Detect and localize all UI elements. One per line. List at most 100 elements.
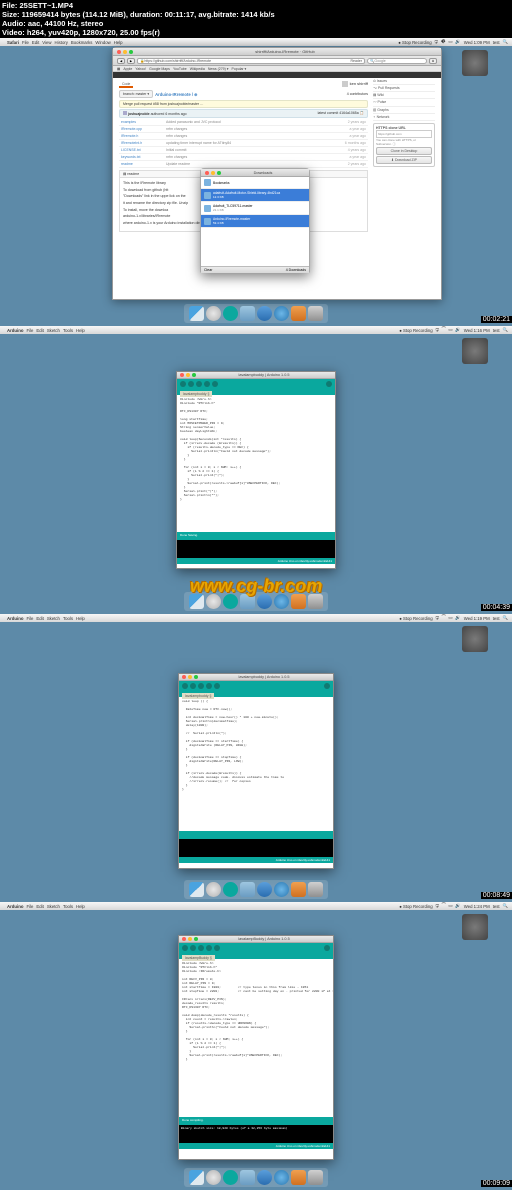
app-name[interactable]: Arduino (7, 616, 23, 621)
menu-file[interactable]: File (26, 904, 33, 909)
folder-icon[interactable] (240, 306, 255, 321)
menubar-user[interactable]: test (493, 328, 500, 333)
bm-wiki[interactable]: Wikipedia (190, 67, 205, 71)
serial-monitor-button[interactable] (324, 945, 330, 951)
app-name[interactable]: Safari (7, 40, 19, 45)
wifi-icon[interactable]: ⁀ (442, 615, 445, 621)
close-icon[interactable] (117, 50, 121, 54)
code-editor[interactable]: #include <Wire.h> #include "RTClib.h" #i… (179, 959, 333, 1117)
safari-icon[interactable] (206, 306, 221, 321)
menubar-user[interactable]: test (493, 616, 500, 621)
trash-icon[interactable] (308, 882, 323, 897)
menu-sketch[interactable]: Sketch (47, 328, 60, 333)
menu-tools[interactable]: Tools (63, 616, 73, 621)
close-icon[interactable] (205, 171, 209, 175)
minimize-icon[interactable] (188, 937, 192, 941)
menu-sketch[interactable]: Sketch (47, 904, 60, 909)
serial-monitor-button[interactable] (326, 381, 332, 387)
itunes-icon[interactable] (274, 882, 289, 897)
minimize-icon[interactable] (211, 171, 215, 175)
desktop-drive-icon[interactable] (462, 338, 488, 364)
stop-recording-button[interactable]: ● Stop Recording (399, 328, 432, 333)
bm-news[interactable]: News (279) ▾ (208, 67, 229, 71)
sidebar-item-network[interactable]: ♆ Network (373, 114, 435, 121)
folder-icon[interactable] (240, 882, 255, 897)
stop-recording-button[interactable]: ● Stop Recording (399, 616, 432, 621)
table-row[interactable]: IRremoteInt.hupdating timer interrupt na… (119, 140, 368, 147)
downloads-button[interactable]: ⬇ (429, 58, 437, 64)
menu-help[interactable]: Help (76, 328, 85, 333)
menu-help[interactable]: Help (114, 40, 123, 45)
open-button[interactable] (206, 945, 212, 951)
shield-icon[interactable]: ⛨ (436, 616, 439, 621)
vlc-icon[interactable] (291, 306, 306, 321)
upload-button[interactable] (190, 945, 196, 951)
bm-gmaps[interactable]: Google Maps (149, 67, 170, 71)
app-name[interactable]: Arduino (7, 328, 23, 333)
branch-selector[interactable]: branch: master ▾ (119, 90, 153, 98)
mac-menubar[interactable]: Arduino File Edit Sketch Tools Help ● St… (0, 614, 512, 622)
back-button[interactable]: ◀ (117, 58, 125, 64)
close-icon[interactable] (182, 675, 186, 679)
dock[interactable] (184, 304, 328, 323)
spotlight-icon[interactable]: 🔍 (503, 615, 508, 621)
save-button[interactable] (214, 945, 220, 951)
bm-grid-icon[interactable]: ▦ (117, 67, 120, 71)
table-row[interactable]: IRremote.cppnrfm changesa year ago (119, 126, 368, 133)
download-zip-button[interactable]: ⬇ Download ZIP (376, 156, 432, 164)
stop-recording-button[interactable]: ● Stop Recording (398, 40, 431, 45)
battery-icon[interactable]: ▭ (448, 39, 452, 45)
spotlight-icon[interactable]: 🔍 (503, 39, 508, 45)
menu-file[interactable]: File (26, 328, 33, 333)
clear-downloads-button[interactable]: Clear (204, 268, 212, 272)
menu-edit[interactable]: Edit (36, 328, 43, 333)
menu-file[interactable]: File (26, 616, 33, 621)
sidebar-item-graphs[interactable]: ▥ Graphs (373, 107, 435, 114)
appstore-icon[interactable] (257, 306, 272, 321)
mac-menubar[interactable]: Safari File Edit View History Bookmarks … (0, 38, 512, 46)
menubar-clock[interactable]: Wed 1:19 PM (464, 616, 490, 621)
save-button[interactable] (214, 683, 220, 689)
commit-user[interactable]: joshuajnoble (128, 112, 150, 116)
table-row[interactable]: LICENSE.txtInitial commit4 years ago (119, 147, 368, 154)
volume-icon[interactable]: 🔊 (455, 39, 460, 45)
trash-icon[interactable] (308, 306, 323, 321)
forward-button[interactable]: ▶ (127, 58, 135, 64)
download-item[interactable]: Arduino-IRremote-master53.4 KB (201, 215, 309, 228)
url-field[interactable]: 🔒 https://github.com/shirriff/Arduino-IR… (137, 58, 365, 64)
tab-code[interactable]: Code (119, 82, 133, 88)
spotlight-icon[interactable]: 🔍 (503, 903, 508, 909)
new-button[interactable] (198, 945, 204, 951)
vlc-icon[interactable] (291, 882, 306, 897)
menubar-clock[interactable]: Wed 1:24 PM (464, 904, 490, 909)
sidebar-item-issues[interactable]: ⊙ Issues (373, 78, 435, 85)
upload-button[interactable] (190, 683, 196, 689)
minimize-icon[interactable] (188, 675, 192, 679)
save-button[interactable] (212, 381, 218, 387)
gh-user-avatar[interactable] (342, 81, 348, 87)
serial-monitor-button[interactable] (324, 683, 330, 689)
menu-bookmarks[interactable]: Bookmarks (71, 40, 93, 45)
spotlight-icon[interactable]: 🔍 (503, 327, 508, 333)
menu-file[interactable]: File (22, 40, 29, 45)
menu-tools[interactable]: Tools (63, 328, 73, 333)
download-item[interactable]: Adafruit_TLC59711-master21.1 KB (201, 202, 309, 215)
new-button[interactable] (196, 381, 202, 387)
table-row[interactable]: IRremote.hnrfm changesa year ago (119, 133, 368, 140)
mac-menubar[interactable]: Arduino File Edit Sketch Tools Help ● St… (0, 902, 512, 910)
menu-sketch[interactable]: Sketch (47, 616, 60, 621)
volume-icon[interactable]: 🔊 (455, 327, 460, 333)
bm-yahoo[interactable]: Yahoo! (135, 67, 146, 71)
menubar-clock[interactable]: Wed 1:09 PM (464, 40, 490, 45)
battery-icon[interactable]: ▭ (448, 327, 452, 333)
latest-commit[interactable]: latest commit 4164a1065a 📋 (318, 111, 364, 116)
new-button[interactable] (198, 683, 204, 689)
verify-button[interactable] (180, 381, 186, 387)
wifi-icon[interactable]: ⁀ (442, 903, 445, 909)
wifi-icon[interactable]: �᷉ (441, 39, 445, 45)
close-icon[interactable] (182, 937, 186, 941)
finder-icon[interactable] (189, 306, 204, 321)
mac-menubar[interactable]: Arduino File Edit Sketch Tools Help ● St… (0, 326, 512, 334)
menu-help[interactable]: Help (76, 616, 85, 621)
battery-icon[interactable]: ▭ (448, 903, 452, 909)
